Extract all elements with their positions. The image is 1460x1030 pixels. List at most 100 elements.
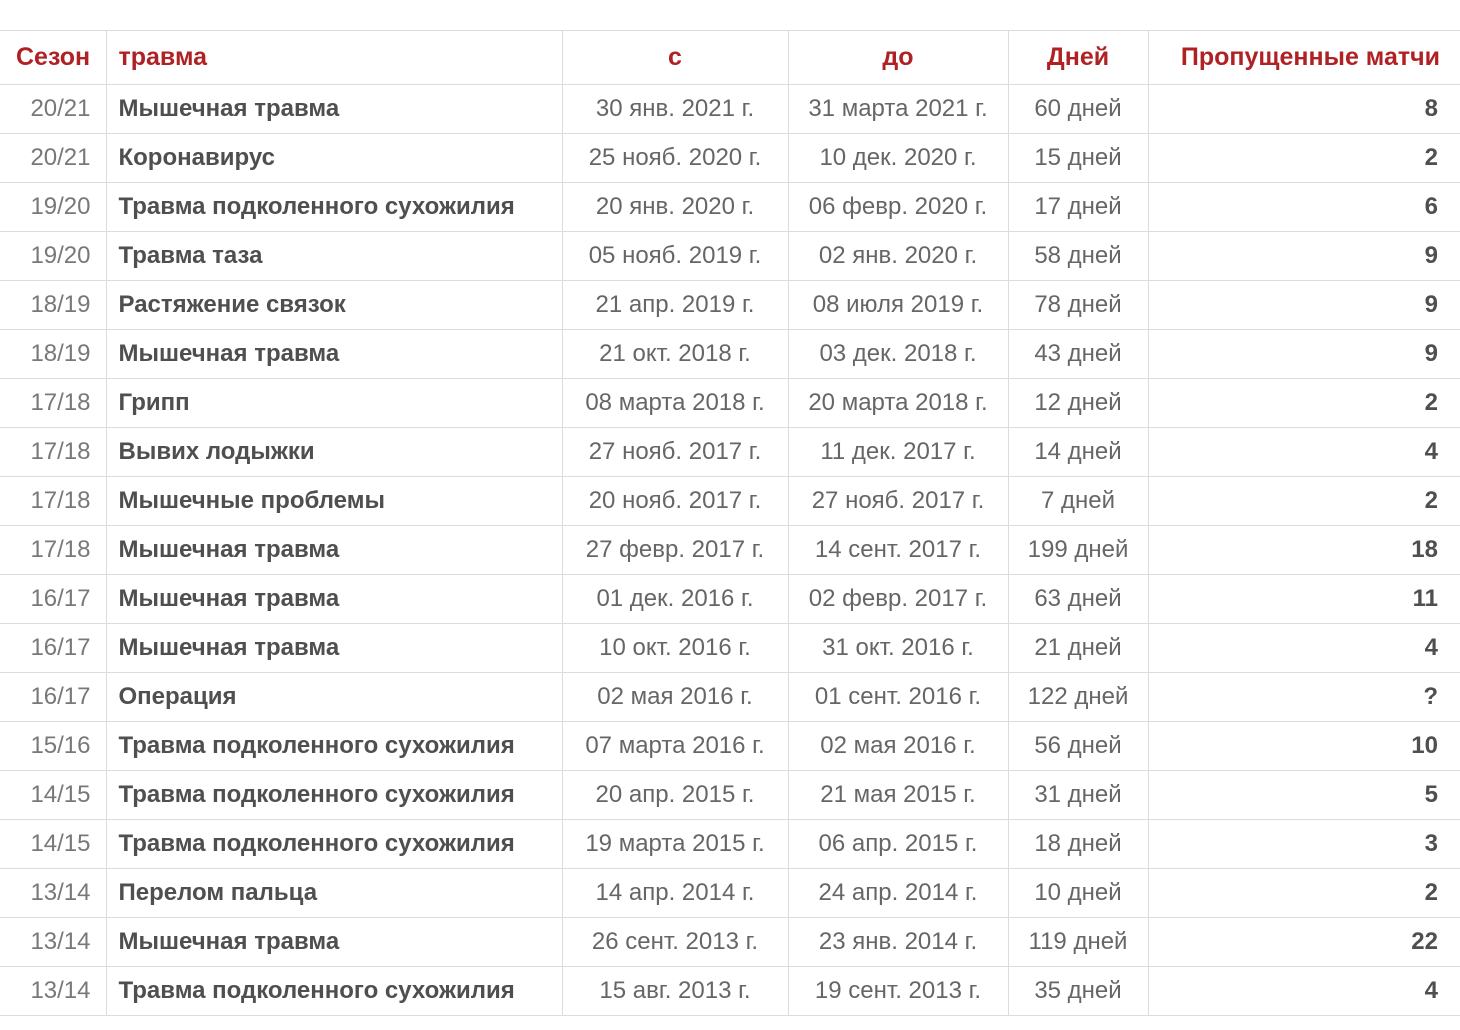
cell-from: 14 апр. 2014 г. bbox=[562, 868, 789, 918]
cell-from: 10 окт. 2016 г. bbox=[562, 623, 789, 673]
injury-table-body: 20/21 Мышечная травма 30 янв. 2021 г. 31 ма… bbox=[0, 84, 1460, 1016]
cell-from: 21 апр. 2019 г. bbox=[562, 280, 789, 330]
cell-to: 02 февр. 2017 г. bbox=[788, 574, 1009, 624]
cell-injury: Операция bbox=[106, 672, 563, 722]
cell-to: 06 февр. 2020 г. bbox=[788, 182, 1009, 232]
cell-injury: Мышечная травма bbox=[106, 329, 563, 379]
table-row: 14/15 Травма подколенного сухожилия 20 апр… bbox=[0, 770, 1460, 820]
cell-injury: Растяжение связок bbox=[106, 280, 563, 330]
cell-missed: 2 bbox=[1148, 133, 1460, 183]
cell-days: 78 дней bbox=[1008, 280, 1149, 330]
cell-missed: 5 bbox=[1148, 770, 1460, 820]
column-header-days: Дней bbox=[1008, 30, 1149, 85]
cell-from: 30 янв. 2021 г. bbox=[562, 84, 789, 134]
cell-season: 14/15 bbox=[0, 819, 107, 869]
cell-injury: Травма подколенного сухожилия bbox=[106, 966, 563, 1016]
cell-days: 7 дней bbox=[1008, 476, 1149, 526]
cell-days: 119 дней bbox=[1008, 917, 1149, 967]
cell-missed: 4 bbox=[1148, 427, 1460, 477]
cell-from: 27 февр. 2017 г. bbox=[562, 525, 789, 575]
cell-to: 31 окт. 2016 г. bbox=[788, 623, 1009, 673]
injury-history-table: Сезон травма с до Дней Пропущенные матчи… bbox=[0, 30, 1460, 1016]
cell-to: 02 мая 2016 г. bbox=[788, 721, 1009, 771]
cell-days: 12 дней bbox=[1008, 378, 1149, 428]
cell-to: 08 июля 2019 г. bbox=[788, 280, 1009, 330]
cell-injury: Травма таза bbox=[106, 231, 563, 281]
cell-season: 13/14 bbox=[0, 966, 107, 1016]
cell-days: 60 дней bbox=[1008, 84, 1149, 134]
cell-days: 199 дней bbox=[1008, 525, 1149, 575]
cell-injury: Коронавирус bbox=[106, 133, 563, 183]
cell-to: 27 нояб. 2017 г. bbox=[788, 476, 1009, 526]
cell-season: 16/17 bbox=[0, 672, 107, 722]
table-row: 13/14 Мышечная травма 26 сент. 2013 г. 23 я… bbox=[0, 917, 1460, 967]
column-header-injury: травма bbox=[106, 30, 563, 85]
cell-from: 20 янв. 2020 г. bbox=[562, 182, 789, 232]
cell-to: 03 дек. 2018 г. bbox=[788, 329, 1009, 379]
cell-to: 23 янв. 2014 г. bbox=[788, 917, 1009, 967]
table-row: 16/17 Операция 02 мая 2016 г. 01 сент. 2016… bbox=[0, 672, 1460, 722]
cell-days: 15 дней bbox=[1008, 133, 1149, 183]
cell-days: 43 дней bbox=[1008, 329, 1149, 379]
cell-season: 16/17 bbox=[0, 574, 107, 624]
cell-to: 21 мая 2015 г. bbox=[788, 770, 1009, 820]
cell-injury: Мышечная травма bbox=[106, 525, 563, 575]
cell-injury: Травма подколенного сухожилия bbox=[106, 182, 563, 232]
cell-days: 10 дней bbox=[1008, 868, 1149, 918]
table-row: 17/18 Мышечная травма 27 февр. 2017 г. 14 с… bbox=[0, 525, 1460, 575]
cell-from: 02 мая 2016 г. bbox=[562, 672, 789, 722]
cell-from: 19 марта 2015 г. bbox=[562, 819, 789, 869]
cell-to: 14 сент. 2017 г. bbox=[788, 525, 1009, 575]
cell-missed: 3 bbox=[1148, 819, 1460, 869]
cell-missed: ? bbox=[1148, 672, 1460, 722]
cell-missed: 10 bbox=[1148, 721, 1460, 771]
table-row: 16/17 Мышечная травма 10 окт. 2016 г. 31 ок… bbox=[0, 623, 1460, 673]
cell-from: 26 сент. 2013 г. bbox=[562, 917, 789, 967]
cell-from: 27 нояб. 2017 г. bbox=[562, 427, 789, 477]
cell-to: 24 апр. 2014 г. bbox=[788, 868, 1009, 918]
cell-from: 21 окт. 2018 г. bbox=[562, 329, 789, 379]
cell-missed: 6 bbox=[1148, 182, 1460, 232]
column-header-season: Сезон bbox=[0, 30, 107, 85]
cell-season: 19/20 bbox=[0, 182, 107, 232]
table-row: 17/18 Мышечные проблемы 20 нояб. 2017 г. 27… bbox=[0, 476, 1460, 526]
table-row: 19/20 Травма подколенного сухожилия 20 янв… bbox=[0, 182, 1460, 232]
cell-missed: 4 bbox=[1148, 623, 1460, 673]
cell-season: 17/18 bbox=[0, 525, 107, 575]
table-header: Сезон травма с до Дней Пропущенные матчи bbox=[0, 30, 1460, 85]
cell-from: 25 нояб. 2020 г. bbox=[562, 133, 789, 183]
cell-missed: 2 bbox=[1148, 868, 1460, 918]
cell-season: 17/18 bbox=[0, 476, 107, 526]
cell-missed: 18 bbox=[1148, 525, 1460, 575]
cell-from: 20 апр. 2015 г. bbox=[562, 770, 789, 820]
table-row: 20/21 Коронавирус 25 нояб. 2020 г. 10 дек. … bbox=[0, 133, 1460, 183]
cell-days: 63 дней bbox=[1008, 574, 1149, 624]
cell-from: 01 дек. 2016 г. bbox=[562, 574, 789, 624]
cell-missed: 22 bbox=[1148, 917, 1460, 967]
table-row: 17/18 Вывих лодыжки 27 нояб. 2017 г. 11 дек… bbox=[0, 427, 1460, 477]
cell-days: 18 дней bbox=[1008, 819, 1149, 869]
cell-to: 11 дек. 2017 г. bbox=[788, 427, 1009, 477]
cell-season: 14/15 bbox=[0, 770, 107, 820]
cell-season: 13/14 bbox=[0, 917, 107, 967]
cell-season: 17/18 bbox=[0, 427, 107, 477]
cell-injury: Травма подколенного сухожилия bbox=[106, 819, 563, 869]
cell-missed: 11 bbox=[1148, 574, 1460, 624]
cell-to: 01 сент. 2016 г. bbox=[788, 672, 1009, 722]
cell-injury: Травма подколенного сухожилия bbox=[106, 721, 563, 771]
table-row: 13/14 Перелом пальца 14 апр. 2014 г. 24 апр… bbox=[0, 868, 1460, 918]
cell-injury: Травма подколенного сухожилия bbox=[106, 770, 563, 820]
cell-days: 14 дней bbox=[1008, 427, 1149, 477]
table-row: 13/14 Травма подколенного сухожилия 15 авг… bbox=[0, 966, 1460, 1016]
cell-from: 07 марта 2016 г. bbox=[562, 721, 789, 771]
header-row: Сезон травма с до Дней Пропущенные матчи bbox=[0, 30, 1460, 85]
cell-days: 17 дней bbox=[1008, 182, 1149, 232]
cell-season: 18/19 bbox=[0, 280, 107, 330]
table-row: 14/15 Травма подколенного сухожилия 19 мар… bbox=[0, 819, 1460, 869]
cell-days: 56 дней bbox=[1008, 721, 1149, 771]
table-row: 20/21 Мышечная травма 30 янв. 2021 г. 31 ма… bbox=[0, 84, 1460, 134]
cell-missed: 2 bbox=[1148, 476, 1460, 526]
cell-from: 20 нояб. 2017 г. bbox=[562, 476, 789, 526]
cell-days: 122 дней bbox=[1008, 672, 1149, 722]
cell-to: 31 марта 2021 г. bbox=[788, 84, 1009, 134]
